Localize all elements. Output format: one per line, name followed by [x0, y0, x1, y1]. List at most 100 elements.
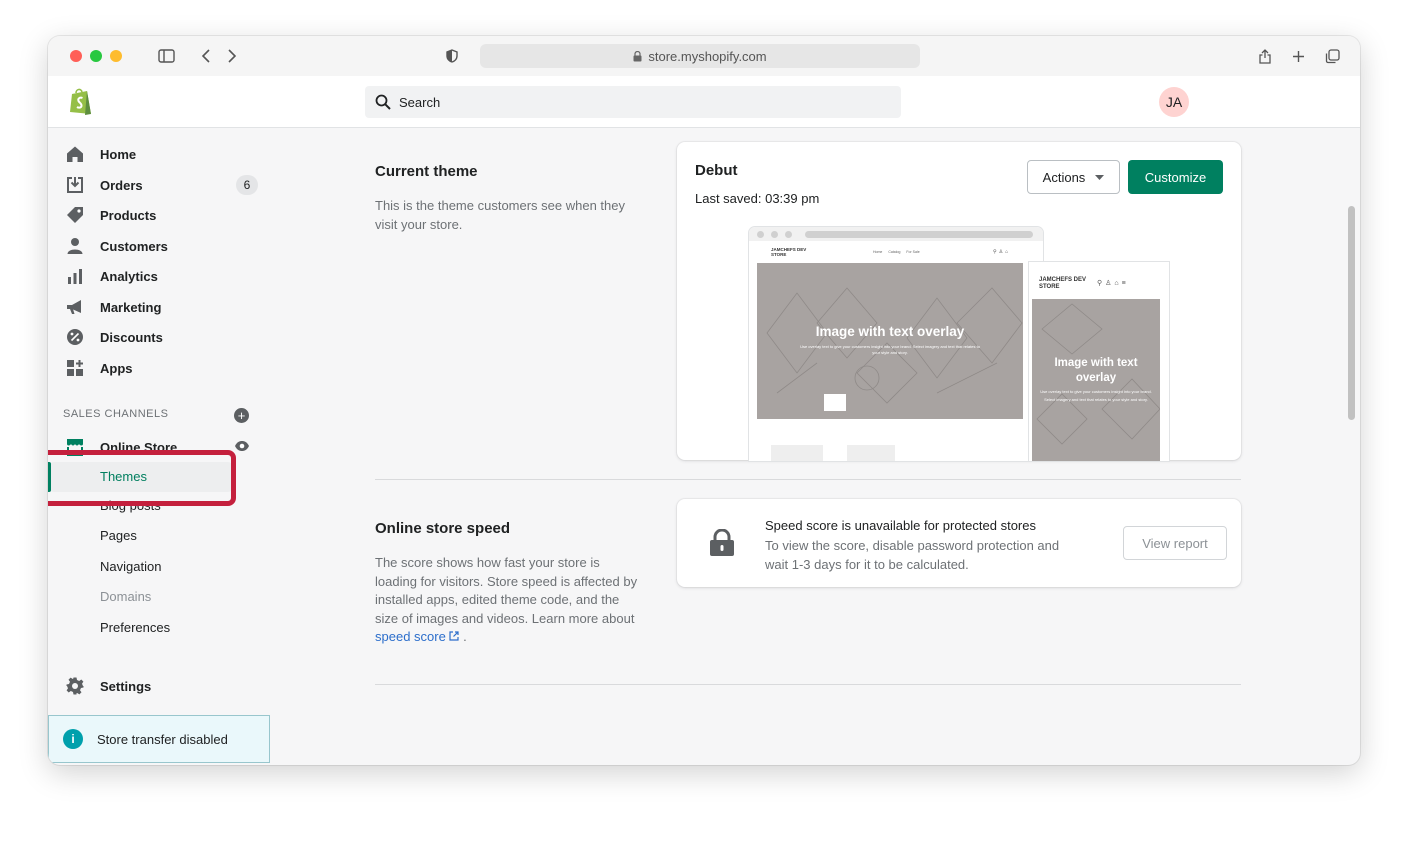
sidebar-item-home[interactable]: Home [48, 139, 270, 169]
theme-mobile-preview[interactable]: JAMCHEFS DEV STORE ⚲♙⌂≡ Image with text … [1029, 262, 1169, 461]
sales-channels-heading: SALES CHANNELS [63, 408, 169, 420]
online-store-speed-heading: Online store speed [375, 520, 511, 537]
preview-mobile-hero-body: Use overlay text to give your customers … [1040, 389, 1152, 402]
sidebar-item-label: Customers [100, 238, 168, 254]
current-theme-heading: Current theme [375, 163, 478, 180]
preview-nav-link: For Sale [906, 250, 920, 254]
section-divider [375, 479, 1241, 480]
preview-hero-button [824, 394, 846, 411]
browser-titlebar: store.myshopify.com [48, 36, 1360, 76]
home-icon [66, 145, 84, 163]
themes-highlight-box [48, 450, 236, 506]
speed-description-text: The score shows how fast your store is l… [375, 555, 638, 626]
caret-down-icon [1095, 174, 1105, 180]
sidebar-item-label: Discounts [100, 329, 163, 345]
section-divider [375, 684, 1241, 685]
sidebar-item-navigation[interactable]: Navigation [100, 559, 161, 574]
sidebar-item-label: Analytics [100, 268, 158, 284]
external-link-icon [449, 631, 460, 641]
main-scrollbar[interactable] [1348, 206, 1355, 420]
preview-placeholder-block [847, 445, 895, 461]
add-sales-channel-button[interactable]: + [234, 408, 249, 423]
admin-topbar: Search JA [48, 76, 1360, 128]
search-placeholder: Search [399, 94, 441, 110]
preview-mobile-hero-title: Image with text overlay [1054, 357, 1138, 384]
info-icon: i [63, 729, 83, 749]
preview-browser-chrome [749, 227, 1043, 241]
sidebar: Home Orders 6 Products Customers Analyti… [48, 128, 270, 765]
sidebar-item-label: Products [100, 207, 157, 223]
preview-mobile-store-name: JAMCHEFS DEV STORE [1039, 277, 1087, 290]
speed-description-end: . [463, 629, 467, 644]
speed-score-link-text: speed score [375, 629, 446, 644]
view-store-eye-icon[interactable] [234, 440, 250, 455]
preview-hero-body: Use overlay text to give your customers … [800, 344, 980, 355]
sidebar-item-label: Marketing [100, 299, 162, 315]
store-transfer-text: Store transfer disabled [97, 731, 228, 747]
speed-score-link[interactable]: speed score [375, 629, 460, 644]
share-icon[interactable] [1256, 46, 1274, 66]
minimize-window-button[interactable] [90, 50, 102, 62]
sidebar-item-domains[interactable]: Domains [100, 589, 151, 604]
address-bar[interactable]: store.myshopify.com [480, 44, 920, 68]
sidebar-item-products[interactable]: Products [48, 200, 270, 230]
sidebar-item-label: Orders [100, 177, 143, 193]
forward-icon[interactable] [224, 46, 240, 66]
discount-icon [66, 328, 84, 346]
avatar[interactable]: JA [1159, 87, 1189, 117]
sidebar-item-settings[interactable]: Settings [48, 671, 270, 701]
sidebar-toggle-icon[interactable] [156, 46, 176, 66]
customize-button[interactable]: Customize [1128, 160, 1223, 194]
current-theme-card: Debut Last saved: 03:39 pm Actions Custo… [677, 142, 1241, 461]
sidebar-item-pages[interactable]: Pages [100, 528, 137, 543]
preview-nav-links: Home Catalog For Sale [873, 250, 920, 254]
main-content: Current theme This is the theme customer… [270, 128, 1340, 765]
lock-icon [633, 50, 642, 61]
new-tab-icon[interactable] [1289, 46, 1307, 66]
actions-label: Actions [1042, 169, 1086, 185]
back-icon[interactable] [198, 46, 214, 66]
preview-nav-link: Home [873, 250, 883, 254]
current-theme-description: This is the theme customers see when the… [375, 198, 626, 232]
tag-icon [66, 206, 84, 224]
url-text: store.myshopify.com [648, 48, 767, 64]
orders-count-badge: 6 [236, 175, 258, 195]
sidebar-item-preferences[interactable]: Preferences [100, 620, 170, 635]
preview-store-name: JAMCHEFS DEV STORE [771, 247, 807, 257]
tab-overview-icon[interactable] [1323, 46, 1341, 66]
preview-mobile-icons: ⚲♙⌂≡ [1097, 280, 1129, 287]
sidebar-item-label: Apps [100, 360, 133, 376]
close-window-button[interactable] [70, 50, 82, 62]
preview-hero-image: Image with text overlay Use overlay text… [757, 263, 1023, 419]
apps-icon [66, 359, 84, 377]
search-icon [375, 94, 391, 110]
view-report-button[interactable]: View report [1123, 526, 1227, 560]
sidebar-item-marketing[interactable]: Marketing [48, 292, 270, 322]
bar-chart-icon [66, 267, 84, 285]
theme-name: Debut [695, 162, 738, 179]
gear-icon [66, 677, 84, 695]
preview-placeholder-block [771, 445, 823, 461]
privacy-shield-icon[interactable] [444, 46, 460, 66]
speed-card-body: To view the score, disable password prot… [765, 538, 1060, 572]
orders-icon [66, 176, 84, 194]
sidebar-item-analytics[interactable]: Analytics [48, 261, 270, 291]
sidebar-item-customers[interactable]: Customers [48, 231, 270, 261]
online-store-speed-description: The score shows how fast your store is l… [375, 554, 640, 647]
sidebar-item-label: Settings [100, 678, 152, 694]
search-input[interactable]: Search [365, 86, 901, 118]
preview-nav-link: Catalog [888, 250, 901, 254]
padlock-icon [709, 528, 735, 562]
last-saved-text: Last saved: 03:39 pm [695, 191, 820, 206]
preview-mobile-hero: Image with text overlay Use overlay text… [1032, 299, 1160, 461]
preview-header-icons: ⚲♙⌂ [993, 249, 1011, 255]
sidebar-item-discounts[interactable]: Discounts [48, 322, 270, 352]
maximize-window-button[interactable] [110, 50, 122, 62]
theme-desktop-preview[interactable]: JAMCHEFS DEV STORE Home Catalog For Sale… [749, 227, 1043, 461]
speed-card-title: Speed score is unavailable for protected… [765, 518, 1036, 533]
sidebar-item-apps[interactable]: Apps [48, 353, 270, 383]
sidebar-item-orders[interactable]: Orders 6 [48, 170, 270, 200]
shopify-logo-icon[interactable] [68, 88, 94, 116]
actions-button[interactable]: Actions [1027, 160, 1120, 194]
browser-window: store.myshopify.com Search JA Home Order… [48, 36, 1360, 765]
